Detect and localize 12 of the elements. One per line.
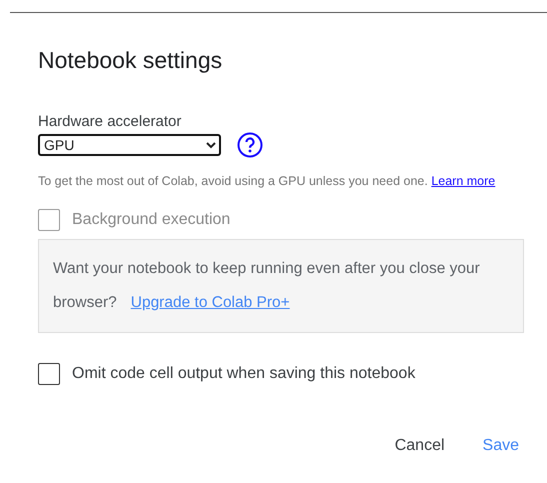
checkbox-label: Omit code cell output when saving this notebook (72, 365, 416, 383)
field-label: Hardware accelerator (38, 113, 182, 130)
help-icon[interactable] (237, 132, 263, 158)
dialog-title: Notebook settings (38, 47, 224, 74)
save-button[interactable]: Save (478, 431, 523, 461)
cancel-button[interactable]: Cancel (390, 431, 449, 461)
accelerator-select[interactable]: GPU (38, 134, 221, 156)
upsell-text: Want your notebook to keep running even after you close your browser? Upgrade to Colab Pro+ (53, 259, 481, 313)
checkbox-label: Background execution (72, 211, 230, 229)
checkbox[interactable] (38, 363, 60, 385)
learn-more-link[interactable]: Learn more (431, 174, 496, 188)
hint-text: To get the most out of Colab, avoid using a GPU unless you need one. Learn more (38, 173, 496, 190)
